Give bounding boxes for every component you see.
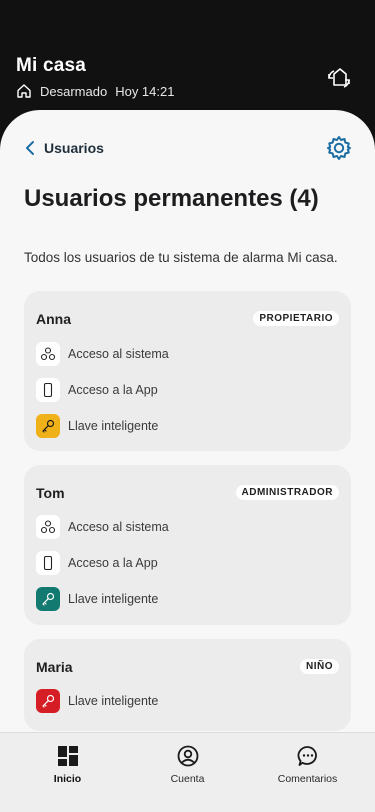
gear-icon [327, 136, 351, 160]
user-name: Maria [36, 659, 73, 675]
tab-label: Comentarios [277, 773, 338, 785]
role-badge: ADMINISTRADOR [235, 485, 339, 500]
system-status: Desarmado Hoy 14:21 [16, 83, 174, 99]
back-button[interactable]: Usuarios [24, 140, 104, 156]
app-access-row: Acceso a la App [36, 551, 158, 575]
role-badge: NIÑO [300, 659, 339, 674]
smart-key-row: Llave inteligente [36, 414, 158, 438]
back-label: Usuarios [44, 140, 104, 156]
user-name: Tom [36, 485, 65, 501]
header: Mi casa Desarmado Hoy 14:21 [0, 0, 375, 120]
key-icon [36, 689, 60, 713]
row-label: Acceso al sistema [68, 520, 169, 534]
tab-comentarios[interactable]: Comentarios [245, 733, 370, 812]
page-title: Usuarios permanentes (4) [24, 185, 319, 212]
tab-label: Inicio [53, 773, 82, 785]
users-icon [36, 515, 60, 539]
user-card-maria[interactable]: Maria NIÑO Llave inteligente [24, 639, 351, 731]
tab-inicio[interactable]: Inicio [5, 733, 130, 812]
user-card-tom[interactable]: Tom ADMINISTRADOR Acceso al sistema Acce… [24, 465, 351, 625]
key-icon [36, 587, 60, 611]
tab-cuenta[interactable]: Cuenta [125, 733, 250, 812]
status-label: Desarmado [40, 83, 108, 99]
row-label: Llave inteligente [68, 694, 159, 708]
user-name: Anna [36, 311, 71, 327]
system-access-row: Acceso al sistema [36, 515, 169, 539]
smart-key-row: Llave inteligente [36, 587, 158, 611]
row-label: Llave inteligente [68, 592, 159, 606]
tab-label: Cuenta [170, 773, 205, 785]
settings-button[interactable] [325, 134, 353, 162]
page-subtitle: Todos los usuarios de tu sistema de alar… [24, 250, 338, 265]
app-access-row: Acceso a la App [36, 378, 158, 402]
user-card-anna[interactable]: Anna PROPIETARIO Acceso al sistema Acces… [24, 291, 351, 451]
row-label: Llave inteligente [68, 419, 159, 433]
role-badge: PROPIETARIO [253, 311, 339, 326]
key-icon [36, 414, 60, 438]
content-sheet: Usuarios Usuarios permanentes (4) Todos … [0, 110, 375, 812]
row-label: Acceso a la App [68, 556, 158, 570]
row-label: Acceso a la App [68, 383, 158, 397]
home-sync-icon [328, 68, 350, 88]
system-access-row: Acceso al sistema [36, 342, 169, 366]
phone-icon [36, 551, 60, 575]
home-sync-button[interactable] [324, 64, 354, 92]
chat-icon [297, 746, 317, 766]
smart-key-row: Llave inteligente [36, 689, 158, 713]
system-title: Mi casa [16, 55, 87, 76]
status-time: Hoy 14:21 [115, 83, 175, 99]
account-icon [177, 745, 198, 767]
grid-icon [57, 746, 78, 766]
users-icon [36, 342, 60, 366]
chevron-left-icon [26, 141, 34, 155]
home-icon [17, 84, 31, 98]
row-label: Acceso al sistema [68, 347, 169, 361]
phone-icon [36, 378, 60, 402]
bottom-tab-bar: Inicio Cuenta Comentarios [0, 732, 375, 812]
